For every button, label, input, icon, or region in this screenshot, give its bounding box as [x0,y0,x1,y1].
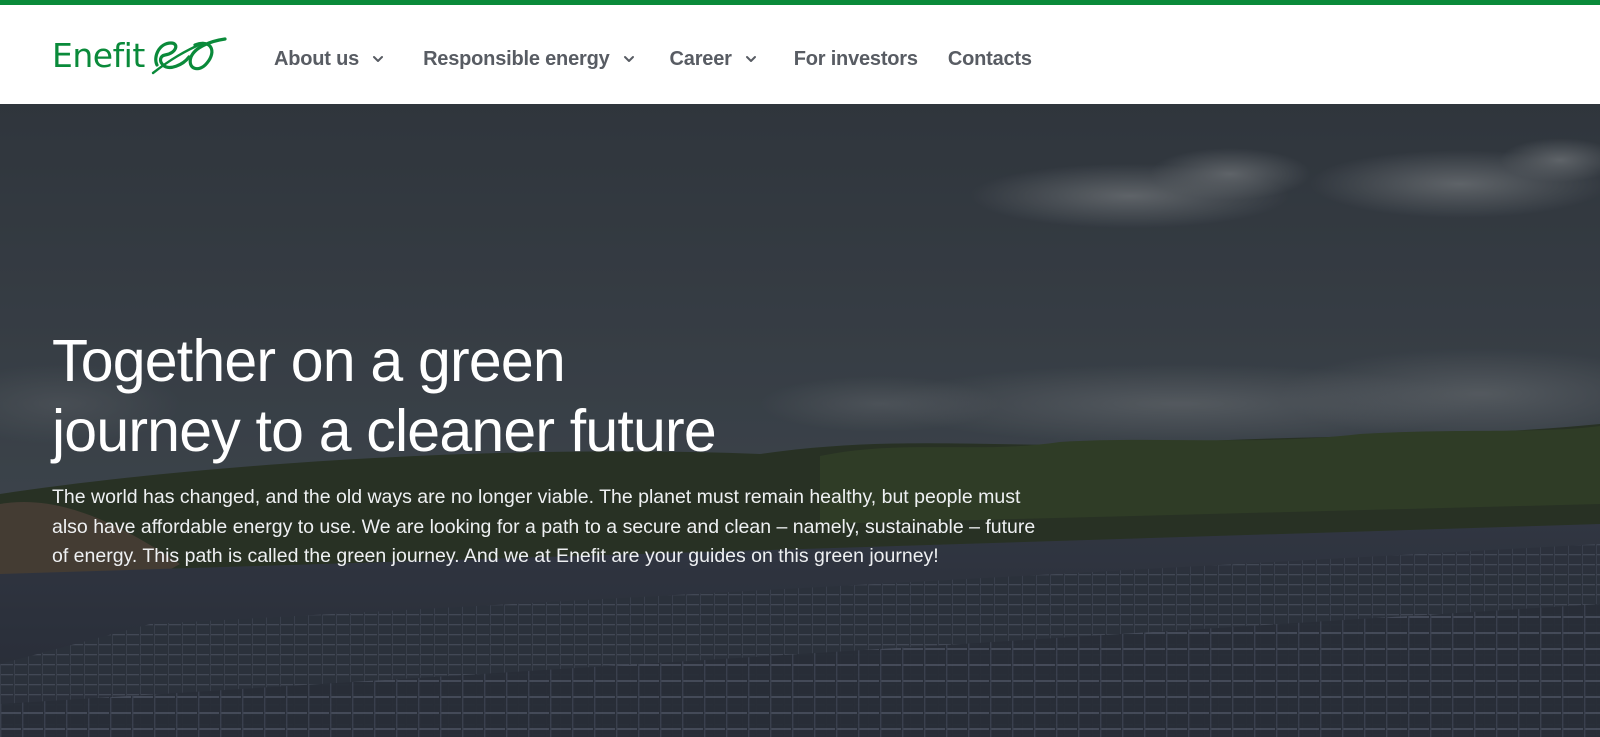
enefit-logo[interactable]: Enefit [52,35,227,75]
nav-item-career[interactable]: Career [670,48,758,71]
nav-item-responsible-energy[interactable]: Responsible energy [423,48,635,71]
nav-item-for-investors[interactable]: For investors [794,48,918,71]
logo-wordmark: Enefit [52,35,145,75]
chevron-down-icon [745,56,756,62]
hero-title-line-2: journey to a cleaner future [52,398,717,464]
main-nav: About us Responsible energy Career For i… [274,41,1032,77]
hero-body-text: The world has changed, and the old ways … [52,486,1036,567]
hero-title: Together on a green journey to a cleaner… [52,326,812,466]
hero-title-line-1: Together on a green [52,328,566,394]
nav-item-label: About us [274,47,360,70]
nav-item-label: Responsible energy [423,47,610,70]
nav-item-contacts[interactable]: Contacts [948,48,1032,71]
hero-section: Together on a green journey to a cleaner… [0,104,1600,737]
nav-item-label: Contacts [947,47,1032,70]
chevron-down-icon [623,56,634,62]
logo-swirl-icon [151,37,227,75]
nav-item-about-us[interactable]: About us [274,48,385,71]
site-header: Enefit About us Responsible energy Caree… [0,5,1600,105]
chevron-down-icon [373,56,384,62]
nav-item-label: For investors [793,47,918,70]
nav-item-label: Career [669,47,732,70]
